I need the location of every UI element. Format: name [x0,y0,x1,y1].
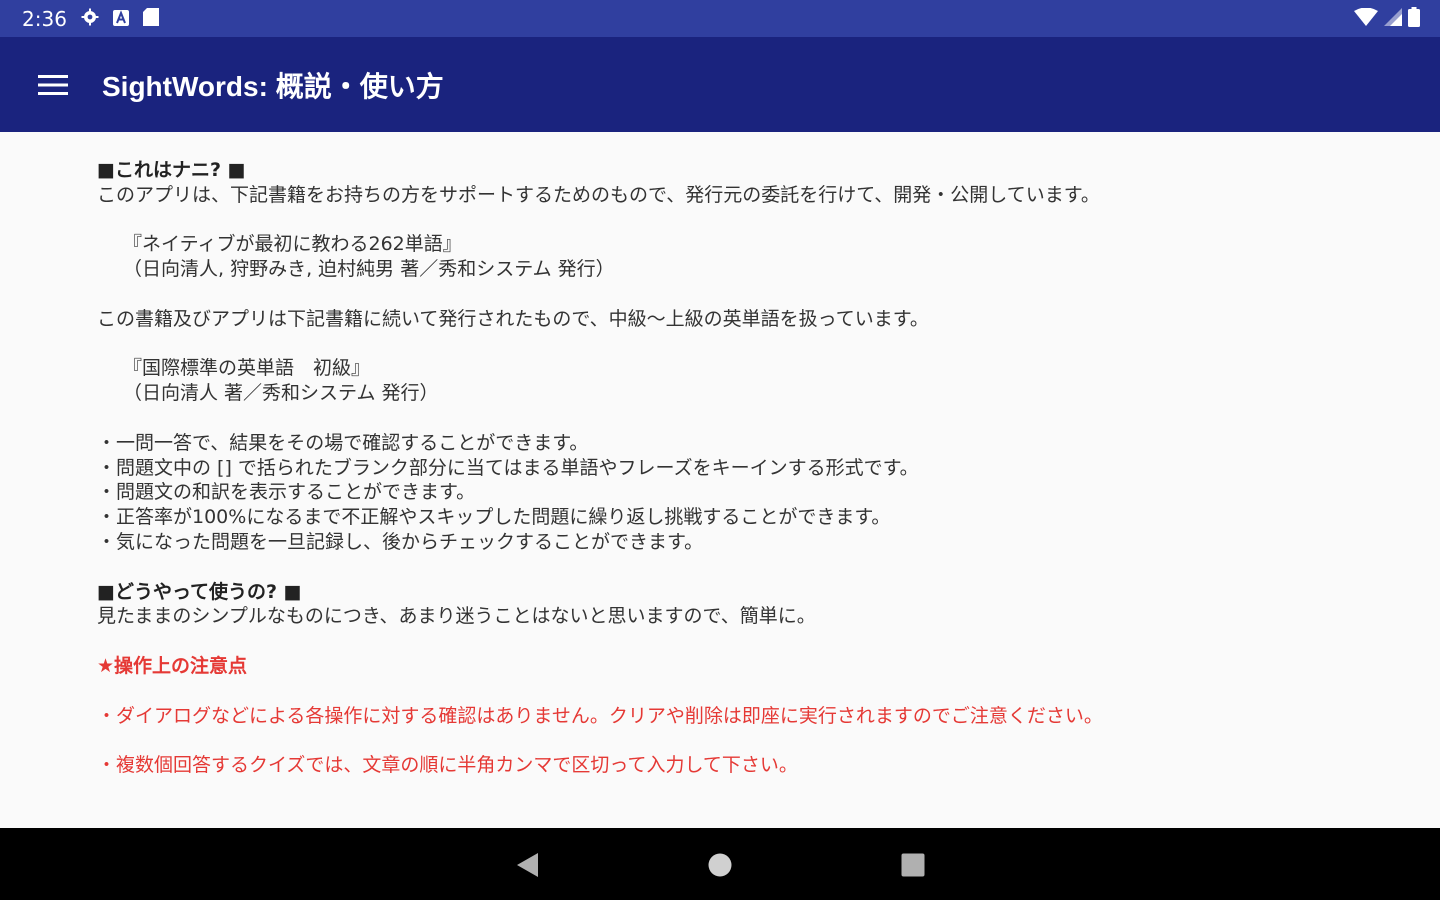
book1-authors: （日向清人, 狩野みき, 迫村純男 著／秀和システム 発行） [123,258,615,281]
section-intro-what: このアプリは、下記書籍をお持ちの方をサポートするためのもので、発行元の委託を行け… [97,183,1100,206]
section-intro-how: 見たままのシンプルなものにつき、あまり迷うことはないと思いますので、簡単に。 [97,605,816,628]
feature-item: ・一問一答で、結果をその場で確認することができます。 [97,431,589,454]
cell-signal-icon [1384,7,1402,30]
status-left: 2:36 [22,7,159,31]
relation-text: この書籍及びアプリは下記書籍に続いて発行されたもので、中級〜上級の英単語を扱って… [97,307,929,330]
help-text-block: ■これはナニ? ■ このアプリは、下記書籍をお持ちの方をサポートするためのもので… [97,158,1297,778]
notice-item: ・ダイアログなどによる各操作に対する確認はありません。クリアや削除は即座に実行さ… [97,704,1103,727]
feature-item: ・気になった問題を一旦記録し、後からチェックすることができます。 [97,530,704,553]
navigation-bar [0,828,1440,900]
book2-authors: （日向清人 著／秀和システム 発行） [123,382,439,405]
hamburger-menu-icon[interactable] [24,55,84,115]
notice-item: ・複数個回答するクイズでは、文章の順に半角カンマで区切って入力して下さい。 [97,754,798,777]
status-bar: 2:36 [0,0,1440,37]
notice-heading: ★操作上の注意点 [97,654,248,677]
battery-icon [1408,6,1420,31]
sd-card-icon [142,7,159,31]
status-time: 2:36 [22,6,67,31]
feature-item: ・正答率が100%になるまで不正解やスキップした問題に繰り返し挑戦することができ… [97,506,891,529]
back-triangle-icon[interactable] [512,850,542,880]
wifi-icon [1354,7,1378,30]
feature-item: ・問題文の和訳を表示することができます。 [97,481,476,504]
book1-title: 『ネイティブが最初に教わる262単語』 [123,233,462,256]
content-area[interactable]: ■これはナニ? ■ このアプリは、下記書籍をお持ちの方をサポートするためのもので… [0,132,1440,828]
page-title: SightWords: 概説・使い方 [102,70,444,102]
app-bar: SightWords: 概説・使い方 [0,37,1440,132]
book2-title: 『国際標準の英単語 初級』 [123,357,371,380]
a-badge-icon [112,7,129,31]
feature-item: ・問題文中の [] で括られたブランク部分に当てはまる単語やフレーズをキーインす… [97,456,919,479]
section-heading-what: ■これはナニ? ■ [97,159,246,181]
status-right [1354,6,1420,31]
home-circle-icon[interactable] [705,850,735,880]
gear-icon [81,7,99,31]
section-heading-how: ■どうやって使うの? ■ [97,580,302,603]
recents-square-icon[interactable] [898,850,928,880]
